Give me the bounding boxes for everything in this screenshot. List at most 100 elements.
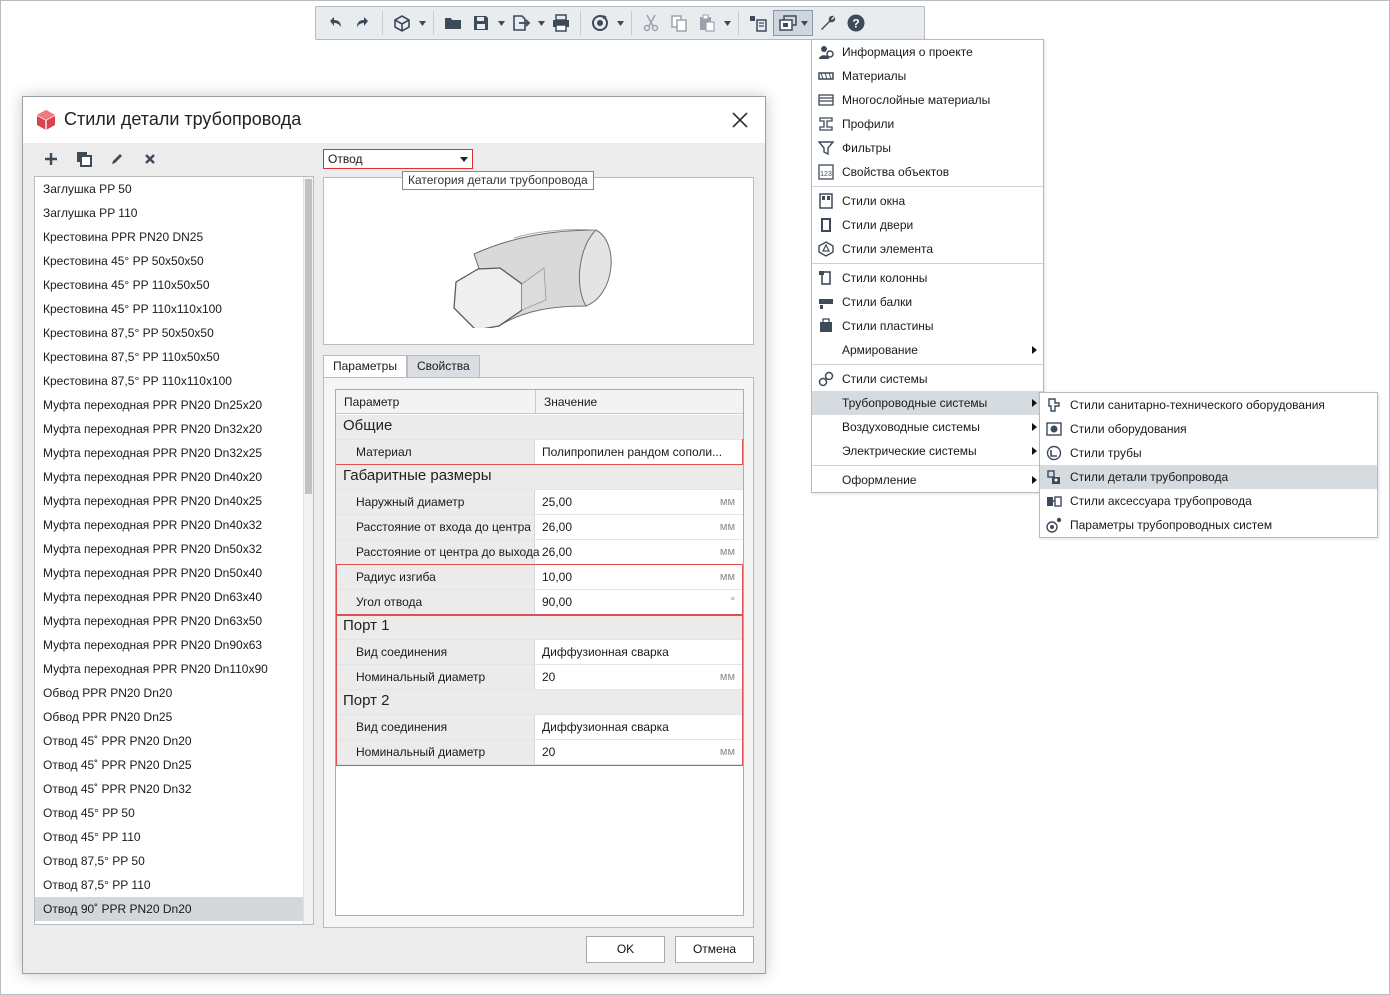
list-item[interactable]: Отвод 87,5° PP 110 xyxy=(35,873,313,897)
scrollbar-thumb[interactable] xyxy=(305,179,312,494)
delete-icon[interactable] xyxy=(140,150,159,169)
menu-item[interactable]: Стили колонны xyxy=(812,266,1043,290)
param-row-center-to-outlet[interactable]: Расстояние от центра до выхода 26,00 мм xyxy=(336,540,743,565)
param-value[interactable]: 90,00 xyxy=(542,590,572,614)
add-icon[interactable] xyxy=(41,150,60,169)
export-icon[interactable] xyxy=(508,10,534,36)
menu-item[interactable]: Стили санитарно-технического оборудовани… xyxy=(1040,393,1377,417)
list-item[interactable]: Обвод PPR PN20 Dn20 xyxy=(35,681,313,705)
help-icon[interactable]: ? xyxy=(843,10,869,36)
refresh-icon[interactable] xyxy=(587,10,613,36)
menu-item[interactable]: Стили аксессуара трубопровода xyxy=(1040,489,1377,513)
menu-item[interactable]: Оформление xyxy=(812,468,1043,492)
list-item[interactable]: Отвод 90˚ PPR PN20 Dn20 xyxy=(35,897,313,921)
menu-item[interactable]: Профили xyxy=(812,112,1043,136)
list-item[interactable]: Муфта переходная PPR PN20 Dn40x25 xyxy=(35,489,313,513)
list-item[interactable]: Муфта переходная PPR PN20 Dn90x63 xyxy=(35,633,313,657)
param-value[interactable]: Диффузионная сварка xyxy=(542,640,669,664)
list-item[interactable]: Крестовина 45° PP 50x50x50 xyxy=(35,249,313,273)
list-item[interactable]: Крестовина 87,5° PP 110x50x50 xyxy=(35,345,313,369)
param-row-bend-radius[interactable]: Радиус изгиба 10,00 мм xyxy=(336,565,743,590)
list-item[interactable]: Отвод 45˚ PPR PN20 Dn20 xyxy=(35,729,313,753)
save-icon[interactable] xyxy=(468,10,494,36)
list-item[interactable]: Заглушка PP 110 xyxy=(35,201,313,225)
list-item[interactable]: Крестовина PPR PN20 DN25 xyxy=(35,225,313,249)
param-row-port1-nominal-diameter[interactable]: Номинальный диаметр 20 мм xyxy=(336,665,743,690)
list-item[interactable]: Муфта переходная PPR PN20 Dn32x20 xyxy=(35,417,313,441)
redo-icon[interactable] xyxy=(350,10,376,36)
3d-view-icon[interactable] xyxy=(389,10,415,36)
param-row-port2-connection[interactable]: Вид соединения Диффузионная сварка xyxy=(336,715,743,740)
list-item[interactable]: Муфта переходная PPR PN20 Dn63x50 xyxy=(35,609,313,633)
param-value[interactable]: 10,00 xyxy=(542,565,572,589)
list-item[interactable]: Обвод PPR PN20 Dn25 xyxy=(35,705,313,729)
param-value[interactable]: 20 xyxy=(542,665,555,689)
list-item[interactable]: Отвод 45° PP 110 xyxy=(35,825,313,849)
menu-item[interactable]: Стили оборудования xyxy=(1040,417,1377,441)
list-item[interactable]: Муфта переходная PPR PN20 Dn40x20 xyxy=(35,465,313,489)
list-item[interactable]: Крестовина 87,5° PP 50x50x50 xyxy=(35,321,313,345)
menu-item[interactable]: Информация о проекте xyxy=(812,40,1043,64)
param-row-inlet-to-center[interactable]: Расстояние от входа до центра 26,00 мм xyxy=(336,515,743,540)
list-item[interactable]: Заглушка PP 50 xyxy=(35,177,313,201)
styles-menu-button[interactable] xyxy=(773,10,813,36)
menu-item[interactable]: Трубопроводные системы xyxy=(812,391,1043,415)
undo-icon[interactable] xyxy=(322,10,348,36)
ok-button[interactable]: OK xyxy=(586,936,665,963)
menu-item[interactable]: 123 Свойства объектов xyxy=(812,160,1043,184)
param-value[interactable]: 20 xyxy=(542,740,555,764)
tab-properties[interactable]: Свойства xyxy=(406,355,480,378)
list-item[interactable]: Муфта переходная PPR PN20 Dn32x25 xyxy=(35,441,313,465)
menu-item[interactable]: Фильтры xyxy=(812,136,1043,160)
param-value[interactable]: 25,00 xyxy=(542,490,572,514)
menu-item[interactable]: Стили системы xyxy=(812,367,1043,391)
param-row-port2-nominal-diameter[interactable]: Номинальный диаметр 20 мм xyxy=(336,740,743,765)
settings-wrench-icon[interactable] xyxy=(815,10,841,36)
tab-parameters[interactable]: Параметры xyxy=(323,355,407,378)
cut-icon[interactable] xyxy=(638,10,664,36)
refresh-dropdown-icon[interactable] xyxy=(615,10,625,36)
close-icon[interactable] xyxy=(729,109,751,131)
cancel-button[interactable]: Отмена xyxy=(675,936,754,963)
menu-item[interactable]: Стили пластины xyxy=(812,314,1043,338)
list-item[interactable]: Отвод 45° PP 50 xyxy=(35,801,313,825)
list-scrollbar[interactable] xyxy=(303,177,313,924)
list-item[interactable]: Крестовина 45° PP 110x50x50 xyxy=(35,273,313,297)
param-row-material[interactable]: Материал Полипропилен рандом сополи... xyxy=(336,440,743,465)
menu-item[interactable]: Стили балки xyxy=(812,290,1043,314)
menu-item[interactable]: Материалы xyxy=(812,64,1043,88)
param-row-port1-connection[interactable]: Вид соединения Диффузионная сварка xyxy=(336,640,743,665)
menu-item[interactable]: Воздуховодные системы xyxy=(812,415,1043,439)
list-item[interactable]: Крестовина 45° PP 110x110x100 xyxy=(35,297,313,321)
param-row-outer-diameter[interactable]: Наружный диаметр 25,00 мм xyxy=(336,490,743,515)
open-folder-icon[interactable] xyxy=(440,10,466,36)
param-row-bend-angle[interactable]: Угол отвода 90,00 ° xyxy=(336,590,743,615)
duplicate-icon[interactable] xyxy=(74,150,93,169)
copy-icon[interactable] xyxy=(666,10,692,36)
param-value[interactable]: 26,00 xyxy=(542,515,572,539)
menu-item[interactable]: Стили окна xyxy=(812,189,1043,213)
param-value[interactable]: Полипропилен рандом сополи... xyxy=(542,440,722,464)
list-item[interactable]: Муфта переходная PPR PN20 Dn50x32 xyxy=(35,537,313,561)
save-dropdown-icon[interactable] xyxy=(496,10,506,36)
list-item[interactable]: Муфта переходная PPR PN20 Dn110x90 xyxy=(35,657,313,681)
paste-dropdown-icon[interactable] xyxy=(722,10,732,36)
paste-icon[interactable] xyxy=(694,10,720,36)
list-item[interactable]: Крестовина 87,5° PP 110x110x100 xyxy=(35,369,313,393)
menu-item[interactable]: Электрические системы xyxy=(812,439,1043,463)
print-icon[interactable] xyxy=(548,10,574,36)
list-item[interactable]: Муфта переходная PPR PN20 Dn25x20 xyxy=(35,393,313,417)
list-item[interactable]: Муфта переходная PPR PN20 Dn50x40 xyxy=(35,561,313,585)
menu-item[interactable]: Стили трубы xyxy=(1040,441,1377,465)
list-item[interactable]: Отвод 45˚ PPR PN20 Dn32 xyxy=(35,777,313,801)
menu-item[interactable]: Армирование xyxy=(812,338,1043,362)
menu-item[interactable]: Параметры трубопроводных систем xyxy=(1040,513,1377,537)
list-item[interactable]: Отвод 87,5° PP 50 xyxy=(35,849,313,873)
edit-pencil-icon[interactable] xyxy=(107,150,126,169)
menu-item[interactable]: Многослойные материалы xyxy=(812,88,1043,112)
list-item[interactable]: Муфта переходная PPR PN20 Dn40x32 xyxy=(35,513,313,537)
menu-item[interactable]: Стили элемента xyxy=(812,237,1043,261)
menu-item[interactable]: Стили двери xyxy=(812,213,1043,237)
list-item[interactable]: Отвод 45˚ PPR PN20 Dn25 xyxy=(35,753,313,777)
list-item[interactable]: Муфта переходная PPR PN20 Dn63x40 xyxy=(35,585,313,609)
